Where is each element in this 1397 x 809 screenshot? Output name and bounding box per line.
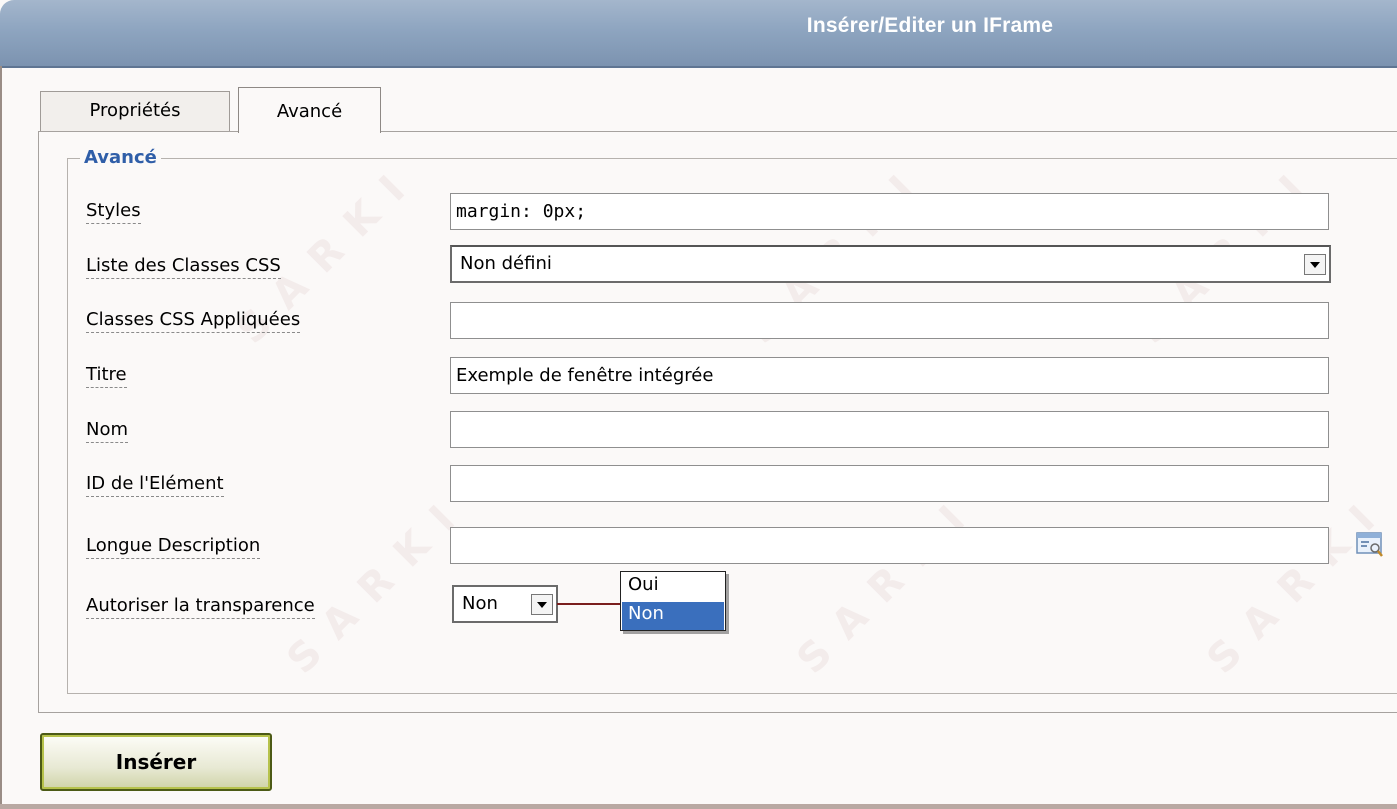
applied-classes-input[interactable] (450, 302, 1329, 339)
transparency-label: Autoriser la transparence (86, 595, 315, 619)
transparency-dropdown: Oui Non (620, 571, 726, 631)
applied-classes-label: Classes CSS Appliquées (86, 309, 301, 333)
window-border-bottom (0, 804, 1397, 809)
styles-label: Styles (86, 200, 141, 224)
fieldset-legend: Avancé (80, 147, 161, 168)
iframe-dialog: Insérer/Editer un IFrame SARKI SARKI SAR… (0, 0, 1397, 809)
transparency-select-value: Non (462, 593, 498, 614)
chevron-down-icon[interactable] (1304, 254, 1326, 275)
tab-properties[interactable]: Propriétés (40, 91, 230, 131)
insert-button[interactable]: Insérer (40, 733, 272, 791)
title-label: Titre (86, 364, 127, 388)
title-bar[interactable]: Insérer/Editer un IFrame (0, 0, 1397, 68)
dropdown-option-non[interactable]: Non (622, 602, 724, 630)
element-id-input[interactable] (450, 465, 1329, 502)
dialog-title: Insérer/Editer un IFrame (806, 14, 1054, 37)
file-browser-icon[interactable] (1355, 530, 1385, 560)
long-description-input[interactable] (450, 527, 1329, 564)
name-input[interactable] (450, 411, 1329, 448)
css-classes-list-label: Liste des Classes CSS (86, 255, 281, 279)
dropdown-option-oui[interactable]: Oui (622, 573, 724, 601)
transparency-select[interactable]: Non (452, 585, 558, 623)
chevron-down-icon[interactable] (531, 594, 553, 615)
tab-advanced[interactable]: Avancé (238, 87, 381, 133)
css-classes-select-value: Non défini (460, 253, 552, 274)
callout-connector (557, 603, 623, 605)
name-label: Nom (86, 419, 129, 443)
styles-input[interactable]: margin: 0px; (450, 193, 1329, 230)
element-id-label: ID de l'Elément (86, 473, 224, 497)
css-classes-select[interactable]: Non défini (450, 245, 1331, 283)
window-border-left (0, 66, 2, 809)
long-description-label: Longue Description (86, 535, 261, 559)
title-input[interactable]: Exemple de fenêtre intégrée (450, 357, 1329, 394)
